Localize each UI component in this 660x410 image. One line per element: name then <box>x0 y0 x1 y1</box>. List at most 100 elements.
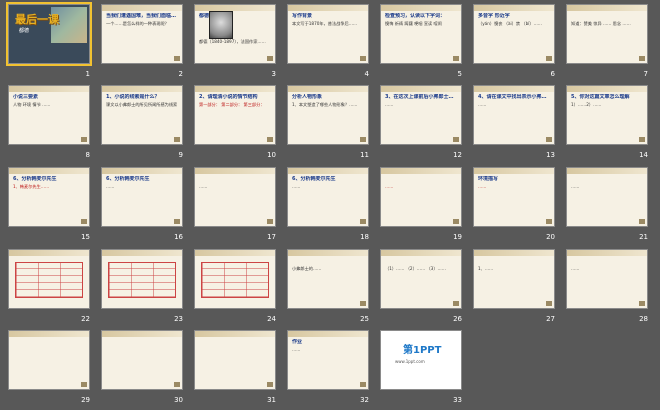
slide-header-band <box>288 86 368 92</box>
slide-sorter-grid: 最后一课都德 1 当我们遭遇国难，当我们面临敌寇的践踏时，也曾一个……是怎么样的一种… <box>0 0 660 410</box>
ppt-logo: 第1PPT <box>403 345 442 356</box>
slide-header-band <box>102 331 182 337</box>
slide-thumbnail-14[interactable]: 5、你对这篇文章怎么理解 1）……2）…… <box>566 85 648 145</box>
slide-thumbnail-7[interactable]: 知道：赞美 惊异 …… 思念 …… <box>566 4 648 64</box>
slide-number: 18 <box>360 233 369 241</box>
slide-thumbnail-9[interactable]: 1、小说的线索是什么？ 课文以小弗郎士的所见所闻所感为线索 <box>101 85 183 145</box>
slide-footer-icon <box>639 56 645 61</box>
slide-title: 环境描写 <box>478 176 499 182</box>
slide-thumbnail-11[interactable]: 分析人物形象 1、本文塑造了哪些人物形象？…… <box>287 85 369 145</box>
slide-title: 都德 <box>199 13 210 19</box>
slide-header-band <box>9 168 89 174</box>
slide-number: 4 <box>364 70 369 78</box>
slide-thumbnail-31[interactable] <box>194 330 276 390</box>
slide-thumbnail-23[interactable] <box>101 249 183 309</box>
slide-body-text: 一个……是怎么样的一种表现呢？ <box>106 21 169 26</box>
slide-thumbnail-15[interactable]: 6、分析韩麦尔先生 1、韩麦尔先生…… <box>8 167 90 227</box>
slide-thumbnail-24[interactable] <box>194 249 276 309</box>
slide-number: 1 <box>85 70 90 78</box>
slide-footer-icon <box>360 56 366 61</box>
slide-number: 9 <box>178 151 183 159</box>
slide-number: 32 <box>360 396 369 404</box>
table-diagram <box>201 262 269 298</box>
slide-footer-icon <box>81 382 87 387</box>
slide-number: 2 <box>178 70 183 78</box>
slide-thumbnail-2[interactable]: 当我们遭遇国难，当我们面临敌寇的践踏时，也曾一个……是怎么样的一种表现呢？ <box>101 4 183 64</box>
slide-number: 31 <box>267 396 276 404</box>
slide-thumbnail-32[interactable]: 作业 …… <box>287 330 369 390</box>
slide-body-text: 课文以小弗郎士的所见所闻所感为线索 <box>106 102 178 107</box>
slide-number: 24 <box>267 315 276 323</box>
slide-body-text: …… <box>292 347 301 352</box>
slide-body-text: …… <box>478 102 487 107</box>
slide-thumbnail-12[interactable]: 3、在这次上课前后小弗郎士的思想感情有什么变化 …… <box>380 85 462 145</box>
slide-thumbnail-3[interactable]: 都德 都德（1840-1897），法国作家…… <box>194 4 276 64</box>
slide-header-band <box>381 168 461 174</box>
slide-header-band <box>9 331 89 337</box>
slide-header-band <box>567 5 647 11</box>
slide-header-band <box>567 86 647 92</box>
slide-thumbnail-16[interactable]: 6、分析韩麦尔先生 …… <box>101 167 183 227</box>
slide-thumbnail-20[interactable]: 环境描写 …… <box>473 167 555 227</box>
slide-header-band <box>474 168 554 174</box>
slide-header-band <box>381 86 461 92</box>
slide-header-band <box>288 331 368 337</box>
slide-thumbnail-22[interactable] <box>8 249 90 309</box>
slide-title: 6、分析韩麦尔先生 <box>106 176 150 182</box>
table-diagram <box>15 262 83 298</box>
slide-header-band <box>195 331 275 337</box>
slide-body-text: 1、…… <box>478 266 494 271</box>
slide-number: 10 <box>267 151 276 159</box>
slide-footer-icon <box>360 382 366 387</box>
slide-subtitle: 都德 <box>19 28 30 34</box>
slide-title: 小说三要素 <box>13 94 39 100</box>
slide-footer-icon <box>453 301 459 306</box>
slide-thumbnail-29[interactable] <box>8 330 90 390</box>
slide-header-band <box>381 5 461 11</box>
slide-thumbnail-17[interactable]: …… <box>194 167 276 227</box>
slide-title: 6、分析韩麦尔先生 <box>292 176 336 182</box>
slide-title: 写作背景 <box>292 13 313 19</box>
slide-thumbnail-8[interactable]: 小说三要素 人物 环境 情节 …… <box>8 85 90 145</box>
slide-thumbnail-21[interactable]: …… <box>566 167 648 227</box>
slide-thumbnail-5[interactable]: 检查预习，认读以下字词： 懊悔 祈祷 踌躇 哽咽 宣读 喧闹 <box>380 4 462 64</box>
slide-title: 检查预习，认读以下字词： <box>385 13 446 19</box>
slide-body-text: 1）……2）…… <box>571 102 602 107</box>
slide-footer-icon <box>267 56 273 61</box>
slide-thumbnail-6[interactable]: 多音字 形近字 （yán）懊丧 （ài）禁 （bǐ）…… <box>473 4 555 64</box>
slide-thumbnail-10[interactable]: 2、请理清小说的情节结构 第一部分： 第二部分： 第三部分： <box>194 85 276 145</box>
slide-title: 作业 <box>292 339 303 345</box>
slide-thumbnail-19[interactable]: …… <box>380 167 462 227</box>
slide-body-text: 知道：赞美 惊异 …… 思念 …… <box>571 21 631 26</box>
slide-header-band <box>102 5 182 11</box>
slide-footer-icon <box>546 137 552 142</box>
slide-thumbnail-4[interactable]: 写作背景本文写于1870年，普法战争后…… <box>287 4 369 64</box>
slide-thumbnail-25[interactable]: 小弗郎士的…… <box>287 249 369 309</box>
slide-footer-icon <box>639 137 645 142</box>
slide-thumbnail-28[interactable]: …… <box>566 249 648 309</box>
slide-footer-icon <box>174 137 180 142</box>
slide-header-band <box>195 5 275 11</box>
slide-footer-icon <box>453 219 459 224</box>
slide-thumbnail-27[interactable]: 1、…… <box>473 249 555 309</box>
slide-thumbnail-18[interactable]: 6、分析韩麦尔先生 …… <box>287 167 369 227</box>
slide-title: 多音字 形近字 <box>478 13 510 19</box>
slide-thumbnail-13[interactable]: 4、请在课文中找出表示小弗郎士心理变化的句子 …… <box>473 85 555 145</box>
slide-header-band <box>102 86 182 92</box>
slide-header-band <box>288 5 368 11</box>
slide-body-text: …… <box>478 184 487 189</box>
slide-body-text: …… <box>571 266 580 271</box>
slide-thumbnail-1[interactable]: 最后一课 都德 <box>6 2 92 66</box>
slide-thumbnail-26[interactable]: （1）…… （2）…… （3）…… <box>380 249 462 309</box>
slide-number: 3 <box>271 70 276 78</box>
slide-number: 8 <box>85 151 90 159</box>
slide-footer-icon <box>174 219 180 224</box>
ppt-site: www.1ppt.com <box>395 359 425 364</box>
slide-body-text: …… <box>385 102 394 107</box>
slide-number: 5 <box>457 70 462 78</box>
slide-body-text: 1、本文塑造了哪些人物形象？…… <box>292 102 358 107</box>
slide-thumbnail-33[interactable]: 第1PPT www.1ppt.com <box>380 330 462 390</box>
slide-body-text: …… <box>292 184 301 189</box>
slide-thumbnail-30[interactable] <box>101 330 183 390</box>
slide-body-text: 本文写于1870年，普法战争后…… <box>292 21 358 26</box>
